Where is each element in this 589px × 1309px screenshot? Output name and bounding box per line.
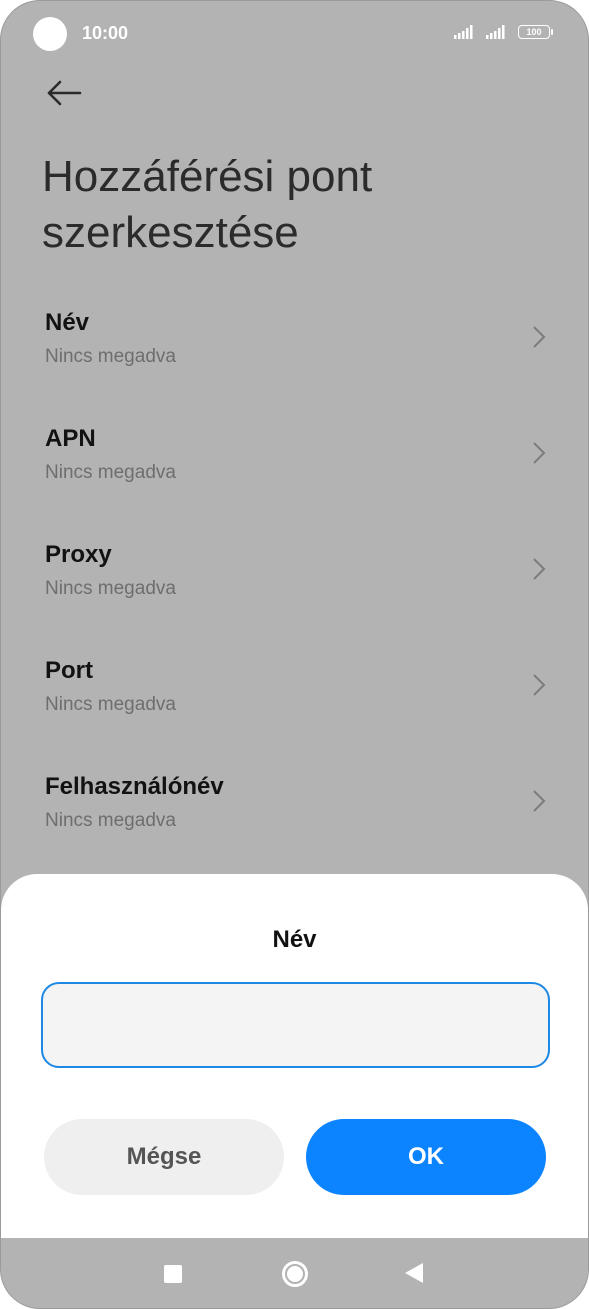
navigation-bar <box>1 1238 588 1308</box>
back-button[interactable] <box>41 75 89 115</box>
chevron-right-icon <box>533 326 546 348</box>
camera-cutout <box>33 17 67 51</box>
dialog-title: Név <box>272 926 317 953</box>
settings-list: Név Nincs megadva APN Nincs megadva Prox… <box>1 293 588 873</box>
list-item-port[interactable]: Port Nincs megadva <box>1 641 588 757</box>
arrow-left-icon <box>47 80 82 106</box>
item-label: Proxy <box>45 541 112 568</box>
chevron-right-icon <box>533 558 546 580</box>
status-bar: 10:00 100 <box>1 1 588 67</box>
battery-level: 100 <box>526 27 542 37</box>
signal-icon <box>454 25 473 39</box>
list-item-username[interactable]: Felhasználónév Nincs megadva <box>1 757 588 873</box>
chevron-right-icon <box>533 442 546 464</box>
list-item-name[interactable]: Név Nincs megadva <box>1 293 588 409</box>
status-icons: 100 <box>454 25 553 39</box>
phone-screen: 10:00 100 Hozzáférési pont szerkesztése … <box>0 0 589 1309</box>
battery-icon: 100 <box>518 25 553 39</box>
cancel-button[interactable]: Mégse <box>44 1119 284 1195</box>
back-triangle-icon[interactable] <box>405 1263 423 1283</box>
item-label: Felhasználónév <box>45 773 224 800</box>
item-value: Nincs megadva <box>45 694 176 715</box>
item-value: Nincs megadva <box>45 810 176 831</box>
item-value: Nincs megadva <box>45 346 176 367</box>
signal-icon <box>486 25 505 39</box>
item-value: Nincs megadva <box>45 462 176 483</box>
name-input[interactable] <box>41 982 550 1068</box>
status-time: 10:00 <box>82 23 129 43</box>
home-icon[interactable] <box>282 1261 308 1287</box>
chevron-right-icon <box>533 674 546 696</box>
name-dialog: Név Mégse OK <box>1 874 588 1238</box>
item-value: Nincs megadva <box>45 578 176 599</box>
recents-icon[interactable] <box>164 1265 182 1283</box>
page-title: Hozzáférési pont szerkesztése <box>42 152 373 257</box>
chevron-right-icon <box>533 790 546 812</box>
list-item-apn[interactable]: APN Nincs megadva <box>1 409 588 525</box>
item-label: Port <box>45 657 93 684</box>
item-label: Név <box>45 309 90 336</box>
list-item-proxy[interactable]: Proxy Nincs megadva <box>1 525 588 641</box>
ok-button[interactable]: OK <box>306 1119 546 1195</box>
item-label: APN <box>45 425 96 452</box>
